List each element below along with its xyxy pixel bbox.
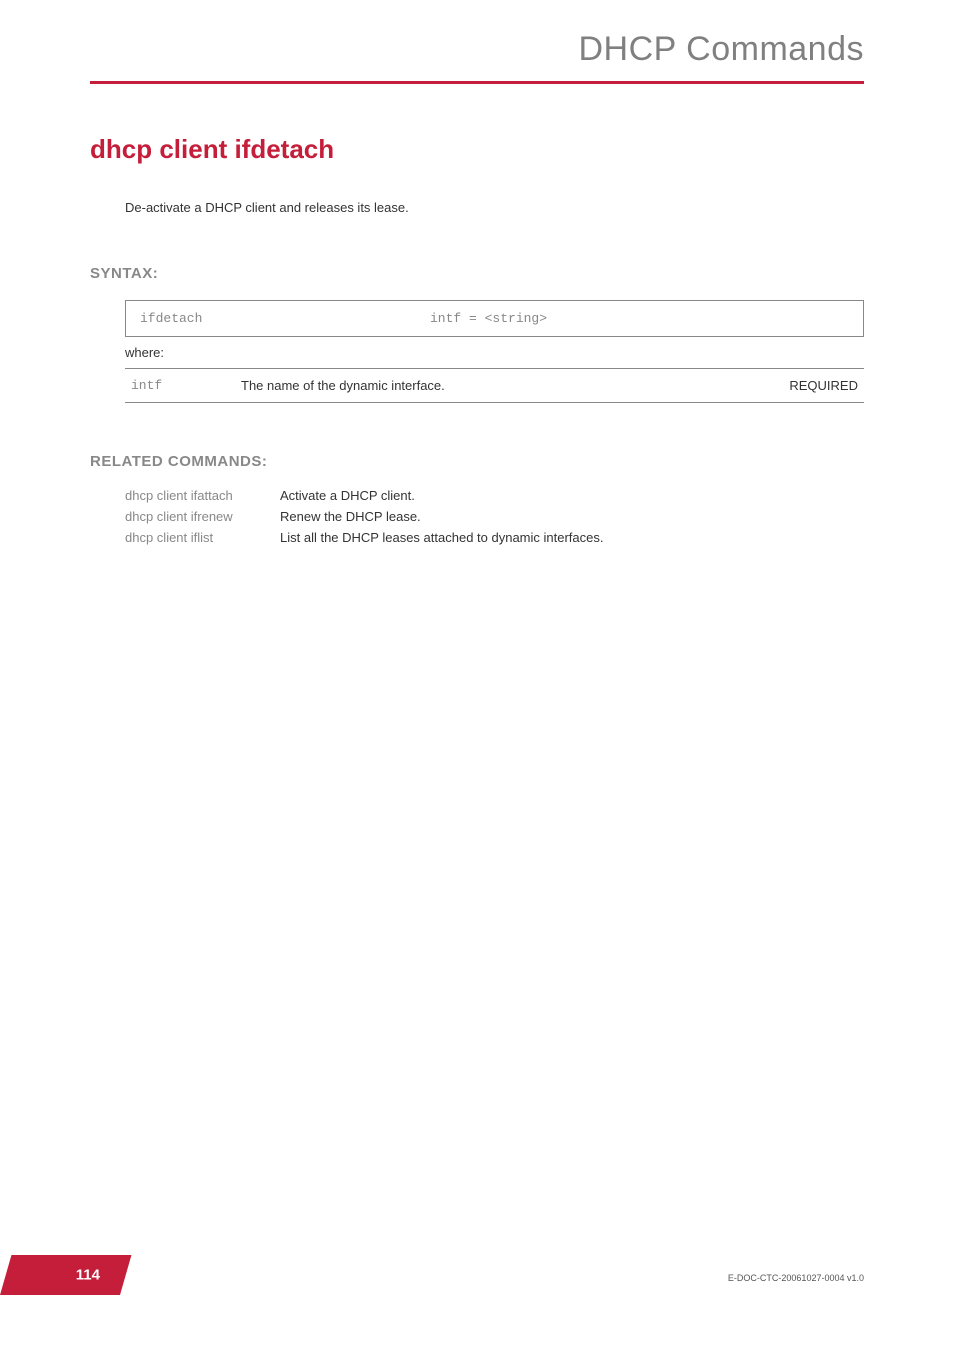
related-description: List all the DHCP leases attached to dyn… bbox=[280, 530, 603, 545]
document-id: E-DOC-CTC-20061027-0004 v1.0 bbox=[728, 1273, 864, 1295]
page-footer: 114 E-DOC-CTC-20061027-0004 v1.0 bbox=[0, 1255, 954, 1295]
param-description: The name of the dynamic interface. bbox=[235, 369, 754, 403]
page-number-tab: 114 bbox=[0, 1255, 120, 1295]
related-description: Renew the DHCP lease. bbox=[280, 509, 421, 524]
related-table: dhcp client ifattach Activate a DHCP cli… bbox=[125, 488, 864, 545]
syntax-params: intf = <string> bbox=[360, 311, 849, 326]
related-description: Activate a DHCP client. bbox=[280, 488, 415, 503]
page-number-background bbox=[0, 1255, 131, 1295]
page-header: DHCP Commands bbox=[0, 0, 954, 69]
syntax-table: ifdetach intf = <string> bbox=[125, 300, 864, 337]
related-heading: RELATED COMMANDS: bbox=[90, 453, 864, 470]
related-section: RELATED COMMANDS: dhcp client ifattach A… bbox=[90, 453, 864, 545]
where-label: where: bbox=[125, 345, 864, 360]
command-description: De-activate a DHCP client and releases i… bbox=[125, 200, 864, 215]
page-number: 114 bbox=[76, 1267, 100, 1284]
related-command-link[interactable]: dhcp client ifattach bbox=[125, 488, 280, 503]
syntax-heading: SYNTAX: bbox=[90, 265, 864, 282]
related-row: dhcp client ifrenew Renew the DHCP lease… bbox=[125, 509, 864, 524]
params-table: intf The name of the dynamic interface. … bbox=[125, 368, 864, 403]
command-title: dhcp client ifdetach bbox=[90, 134, 864, 165]
related-row: dhcp client iflist List all the DHCP lea… bbox=[125, 530, 864, 545]
syntax-command: ifdetach bbox=[140, 311, 360, 326]
param-row: intf The name of the dynamic interface. … bbox=[125, 369, 864, 403]
param-name: intf bbox=[125, 369, 235, 403]
related-command-link[interactable]: dhcp client iflist bbox=[125, 530, 280, 545]
main-content: dhcp client ifdetach De-activate a DHCP … bbox=[0, 84, 954, 545]
related-command-link[interactable]: dhcp client ifrenew bbox=[125, 509, 280, 524]
page-header-title: DHCP Commands bbox=[0, 30, 864, 69]
related-row: dhcp client ifattach Activate a DHCP cli… bbox=[125, 488, 864, 503]
param-required: REQUIRED bbox=[754, 369, 864, 403]
syntax-row: ifdetach intf = <string> bbox=[125, 300, 864, 337]
